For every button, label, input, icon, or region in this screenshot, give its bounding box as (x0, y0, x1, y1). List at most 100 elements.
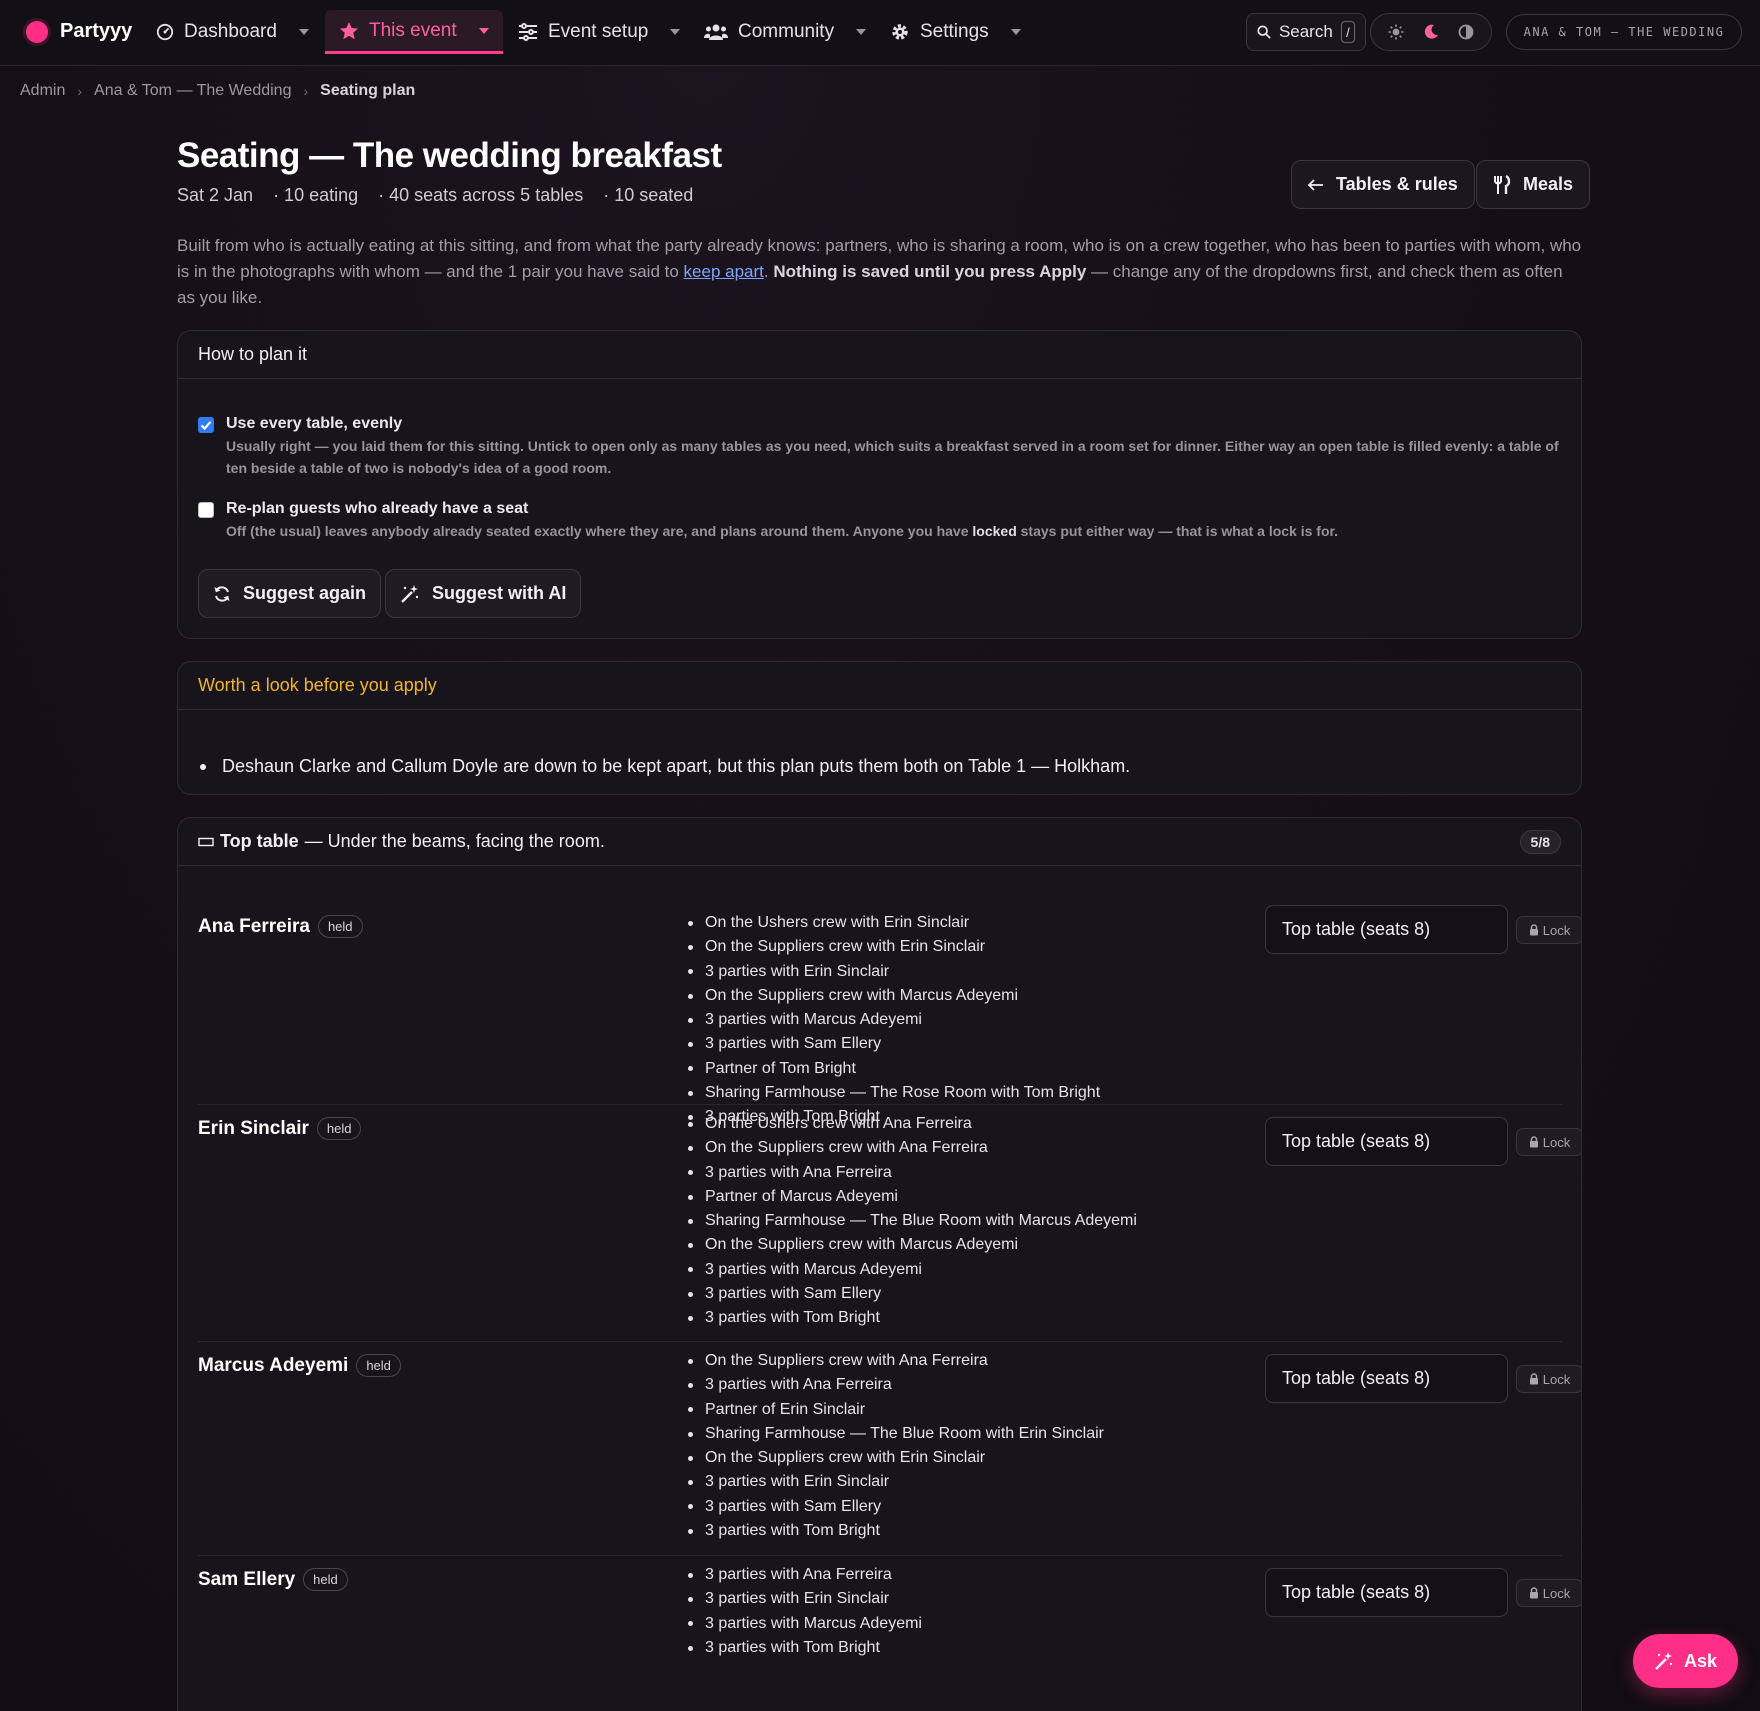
even-tables-checkbox[interactable] (198, 417, 214, 433)
intro-text: Built from who is actually eating at thi… (177, 233, 1585, 311)
checkmark-icon (200, 421, 212, 431)
seat-select[interactable]: Top table (seats 8) (1265, 1117, 1508, 1166)
contrast-icon[interactable] (1458, 24, 1474, 40)
top-navigation: Partyyy Dashboard This event Event setup… (0, 0, 1760, 66)
nav-settings[interactable]: Settings (890, 0, 1021, 64)
warning-item: Deshaun Clarke and Callum Doyle are down… (200, 756, 1130, 777)
breadcrumb: Admin › Ana & Tom — The Wedding › Seatin… (20, 82, 415, 100)
nav-event-setup-label: Event setup (548, 21, 649, 42)
lock-button[interactable]: Lock (1516, 1365, 1581, 1393)
guest-fact: 3 parties with Sam Ellery (688, 1282, 1137, 1306)
guest-name: Erin Sinclair (198, 1117, 309, 1139)
breadcrumb-event[interactable]: Ana & Tom — The Wedding (94, 82, 291, 100)
table-header: Top table — Under the beams, facing the … (178, 818, 1581, 866)
meta-date: Sat 2 Jan (177, 185, 254, 205)
guest-fact: 3 parties with Tom Bright (688, 1519, 1104, 1543)
option-replan-seated: Re-plan guests who already have a seat O… (198, 500, 1568, 542)
brand-name: Partyyy (60, 20, 133, 42)
lock-button[interactable]: Lock (1516, 1128, 1581, 1156)
held-badge: held (356, 1354, 401, 1377)
replan-seated-checkbox[interactable] (198, 502, 214, 518)
held-badge: held (317, 915, 363, 938)
meals-label: Meals (1523, 174, 1574, 194)
guest-facts: On the Suppliers crew with Ana Ferreira … (688, 1349, 1104, 1543)
seat-select[interactable]: Top table (seats 8) (1265, 905, 1508, 954)
nav-this-event-label: This event (369, 19, 457, 41)
table-name: Top table (220, 831, 299, 851)
breadcrumb-current: Seating plan (320, 82, 416, 99)
intro-emphasis: Nothing is saved until you press Apply (773, 262, 1087, 281)
guest-fact: Partner of Tom Bright (688, 1057, 1100, 1081)
nav-dashboard[interactable]: Dashboard (156, 0, 309, 64)
seat-select[interactable]: Top table (seats 8) (1265, 1354, 1508, 1403)
sun-icon[interactable] (1388, 24, 1404, 40)
replan-seated-label: Re-plan guests who already have a seat (226, 500, 529, 517)
suggest-ai-label: Suggest with AI (432, 583, 567, 603)
guest-fact: 3 parties with Marcus Adeyemi (688, 1612, 922, 1636)
brand-logo-icon (26, 20, 48, 43)
guest-fact: 3 parties with Tom Bright (688, 1306, 1137, 1330)
refresh-icon (214, 585, 230, 602)
lock-label: Lock (1542, 922, 1571, 938)
guest-fact: 3 parties with Ana Ferreira (688, 1563, 922, 1587)
lock-button[interactable]: Lock (1516, 916, 1581, 944)
guest-fact: Sharing Farmhouse — The Blue Room with E… (688, 1422, 1104, 1446)
guest-fact: 3 parties with Erin Sinclair (688, 1587, 922, 1611)
keep-apart-link[interactable]: keep apart (684, 262, 764, 281)
lock-label: Lock (1542, 1371, 1571, 1387)
page-title: Seating — The wedding breakfast (177, 136, 722, 175)
lock-icon (1529, 1373, 1538, 1385)
brand[interactable]: Partyyy (26, 20, 132, 43)
guest-fact: On the Suppliers crew with Erin Sinclair (688, 935, 1100, 959)
guest-fact: 3 parties with Erin Sinclair (688, 1470, 1104, 1494)
search-label: Search (1278, 22, 1333, 41)
nav-community[interactable]: Community (704, 0, 867, 64)
meta-eating: · 10 eating (273, 185, 359, 205)
lock-button[interactable]: Lock (1516, 1579, 1581, 1607)
option-even-tables: Use every table, evenly Usually right — … (198, 415, 1568, 479)
search-button[interactable]: Search / (1246, 13, 1366, 51)
help-locked-emphasis: locked (972, 523, 1017, 539)
event-switcher[interactable]: ANA & TOM — THE WEDDING (1506, 14, 1742, 50)
nav-this-event[interactable]: This event (325, 10, 503, 54)
suggest-ai-button[interactable]: Suggest with AI (385, 569, 582, 618)
lock-label: Lock (1542, 1585, 1571, 1601)
suggest-again-button[interactable]: Suggest again (198, 569, 382, 618)
held-badge: held (303, 1568, 348, 1591)
users-icon (704, 24, 728, 40)
guest-fact: 3 parties with Ana Ferreira (688, 1373, 1104, 1397)
guest-facts: 3 parties with Ana Ferreira 3 parties wi… (688, 1563, 922, 1660)
meta-seats: · 40 seats across 5 tables (378, 185, 584, 205)
plan-options-heading: How to plan it (178, 331, 1581, 379)
table-count-badge: 5/8 (1519, 829, 1561, 854)
guest-fact: 3 parties with Erin Sinclair (688, 960, 1100, 984)
moon-icon[interactable] (1423, 24, 1439, 40)
guest-fact: Sharing Farmhouse — The Rose Room with T… (688, 1081, 1100, 1105)
breadcrumb-separator: › (77, 83, 83, 99)
held-badge: held (316, 1117, 362, 1140)
nav-event-setup[interactable]: Event setup (518, 0, 681, 64)
chevron-down-icon (478, 27, 489, 34)
guest-row: Erin Sinclair held On the Ushers crew wi… (198, 1105, 1581, 1342)
breadcrumb-admin[interactable]: Admin (20, 82, 65, 100)
arrow-left-icon (1308, 178, 1323, 191)
bullet (200, 763, 206, 770)
intro-part: . (763, 262, 774, 281)
even-tables-help: Usually right — you laid them for this s… (226, 438, 1559, 476)
utensils-icon (1494, 174, 1511, 194)
nav-community-label: Community (738, 21, 835, 42)
lock-icon (1529, 1587, 1538, 1599)
meals-button[interactable]: Meals (1476, 160, 1591, 209)
guest-row: Marcus Adeyemi held On the Suppliers cre… (198, 1342, 1581, 1556)
even-tables-label: Use every table, evenly (226, 415, 403, 432)
guest-row: Ana Ferreira held On the Ushers crew wit… (198, 867, 1581, 1125)
lock-label: Lock (1542, 1134, 1571, 1150)
ask-button[interactable]: Ask (1633, 1634, 1738, 1688)
guest-fact: On the Suppliers crew with Ana Ferreira (688, 1136, 1137, 1160)
guest-fact: On the Suppliers crew with Erin Sinclair (688, 1446, 1104, 1470)
guest-fact: 3 parties with Marcus Adeyemi (688, 1008, 1100, 1032)
warning-text: Deshaun Clarke and Callum Doyle are down… (222, 756, 1131, 776)
seat-select[interactable]: Top table (seats 8) (1265, 1568, 1508, 1617)
guest-fact: On the Ushers crew with Erin Sinclair (688, 911, 1100, 935)
tables-rules-button[interactable]: Tables & rules (1291, 160, 1475, 209)
